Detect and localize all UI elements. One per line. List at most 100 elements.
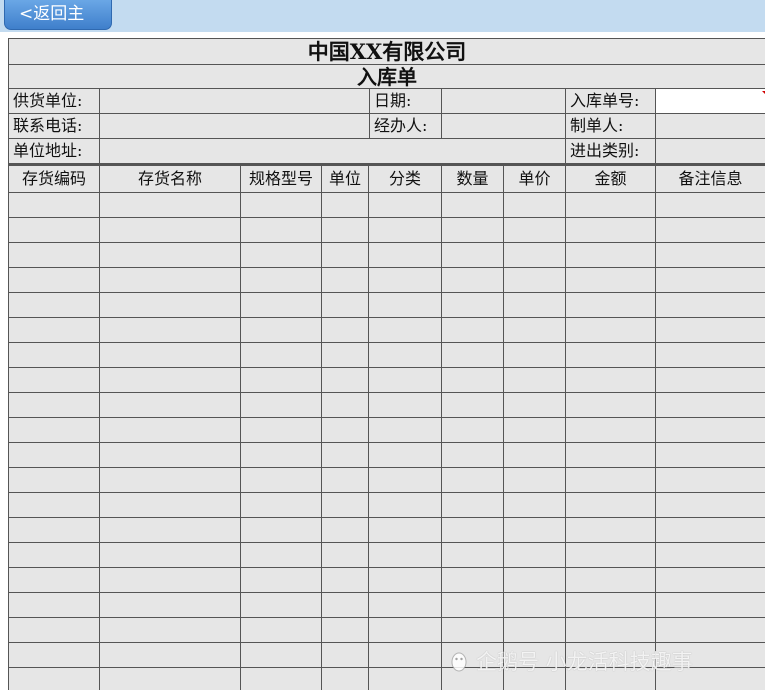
table-cell[interactable] — [369, 293, 442, 318]
table-cell[interactable] — [566, 493, 656, 518]
table-cell[interactable] — [9, 618, 100, 643]
table-cell[interactable] — [369, 468, 442, 493]
table-cell[interactable] — [100, 518, 241, 543]
table-cell[interactable] — [566, 518, 656, 543]
table-cell[interactable] — [100, 668, 241, 690]
table-cell[interactable] — [656, 293, 765, 318]
table-cell[interactable] — [566, 243, 656, 268]
table-cell[interactable] — [369, 643, 442, 668]
table-cell[interactable] — [442, 293, 504, 318]
table-cell[interactable] — [656, 343, 765, 368]
table-cell[interactable] — [241, 643, 322, 668]
table-cell[interactable] — [442, 393, 504, 418]
table-cell[interactable] — [100, 493, 241, 518]
table-cell[interactable] — [504, 443, 566, 468]
table-cell[interactable] — [369, 318, 442, 343]
table-cell[interactable] — [504, 318, 566, 343]
table-cell[interactable] — [566, 543, 656, 568]
table-cell[interactable] — [241, 218, 322, 243]
table-cell[interactable] — [566, 443, 656, 468]
table-cell[interactable] — [656, 268, 765, 293]
table-cell[interactable] — [100, 643, 241, 668]
table-cell[interactable] — [322, 193, 369, 218]
table-cell[interactable] — [241, 618, 322, 643]
table-cell[interactable] — [656, 518, 765, 543]
table-cell[interactable] — [100, 593, 241, 618]
table-cell[interactable] — [241, 343, 322, 368]
table-cell[interactable] — [100, 218, 241, 243]
table-cell[interactable] — [9, 468, 100, 493]
table-cell[interactable] — [369, 368, 442, 393]
table-cell[interactable] — [100, 568, 241, 593]
table-cell[interactable] — [504, 343, 566, 368]
table-cell[interactable] — [566, 418, 656, 443]
table-cell[interactable] — [566, 393, 656, 418]
table-cell[interactable] — [100, 393, 241, 418]
table-cell[interactable] — [504, 568, 566, 593]
table-cell[interactable] — [566, 593, 656, 618]
table-cell[interactable] — [656, 318, 765, 343]
table-cell[interactable] — [442, 543, 504, 568]
back-to-main-button[interactable]: <返回主 — [4, 0, 112, 30]
table-cell[interactable] — [9, 243, 100, 268]
table-cell[interactable] — [322, 643, 369, 668]
table-cell[interactable] — [442, 468, 504, 493]
order-no-field[interactable] — [656, 89, 765, 114]
table-cell[interactable] — [369, 493, 442, 518]
table-cell[interactable] — [566, 318, 656, 343]
table-cell[interactable] — [504, 193, 566, 218]
table-cell[interactable] — [504, 418, 566, 443]
table-cell[interactable] — [9, 193, 100, 218]
table-cell[interactable] — [442, 368, 504, 393]
table-cell[interactable] — [9, 218, 100, 243]
table-cell[interactable] — [656, 568, 765, 593]
table-cell[interactable] — [100, 193, 241, 218]
table-cell[interactable] — [369, 443, 442, 468]
table-cell[interactable] — [241, 318, 322, 343]
table-cell[interactable] — [369, 393, 442, 418]
table-cell[interactable] — [241, 268, 322, 293]
table-cell[interactable] — [369, 593, 442, 618]
table-cell[interactable] — [100, 268, 241, 293]
table-cell[interactable] — [100, 318, 241, 343]
handler-field[interactable] — [442, 114, 566, 139]
table-cell[interactable] — [322, 368, 369, 393]
table-cell[interactable] — [442, 568, 504, 593]
table-cell[interactable] — [656, 493, 765, 518]
table-cell[interactable] — [504, 268, 566, 293]
table-cell[interactable] — [442, 318, 504, 343]
io-type-field[interactable] — [656, 139, 765, 164]
table-cell[interactable] — [656, 393, 765, 418]
table-cell[interactable] — [566, 268, 656, 293]
table-cell[interactable] — [504, 218, 566, 243]
table-cell[interactable] — [9, 293, 100, 318]
table-cell[interactable] — [241, 293, 322, 318]
table-cell[interactable] — [322, 293, 369, 318]
table-cell[interactable] — [9, 668, 100, 690]
table-cell[interactable] — [369, 218, 442, 243]
table-cell[interactable] — [322, 468, 369, 493]
table-cell[interactable] — [322, 418, 369, 443]
table-cell[interactable] — [322, 493, 369, 518]
table-cell[interactable] — [9, 543, 100, 568]
table-cell[interactable] — [322, 618, 369, 643]
table-cell[interactable] — [322, 443, 369, 468]
table-cell[interactable] — [100, 468, 241, 493]
table-cell[interactable] — [322, 268, 369, 293]
table-cell[interactable] — [504, 243, 566, 268]
date-field[interactable] — [442, 89, 566, 114]
table-cell[interactable] — [656, 193, 765, 218]
table-cell[interactable] — [656, 593, 765, 618]
table-cell[interactable] — [100, 343, 241, 368]
table-cell[interactable] — [566, 193, 656, 218]
table-cell[interactable] — [241, 243, 322, 268]
table-cell[interactable] — [9, 643, 100, 668]
table-cell[interactable] — [566, 468, 656, 493]
table-cell[interactable] — [100, 368, 241, 393]
table-cell[interactable] — [322, 593, 369, 618]
table-cell[interactable] — [369, 543, 442, 568]
table-cell[interactable] — [566, 568, 656, 593]
table-cell[interactable] — [442, 243, 504, 268]
table-cell[interactable] — [322, 668, 369, 690]
table-cell[interactable] — [442, 518, 504, 543]
